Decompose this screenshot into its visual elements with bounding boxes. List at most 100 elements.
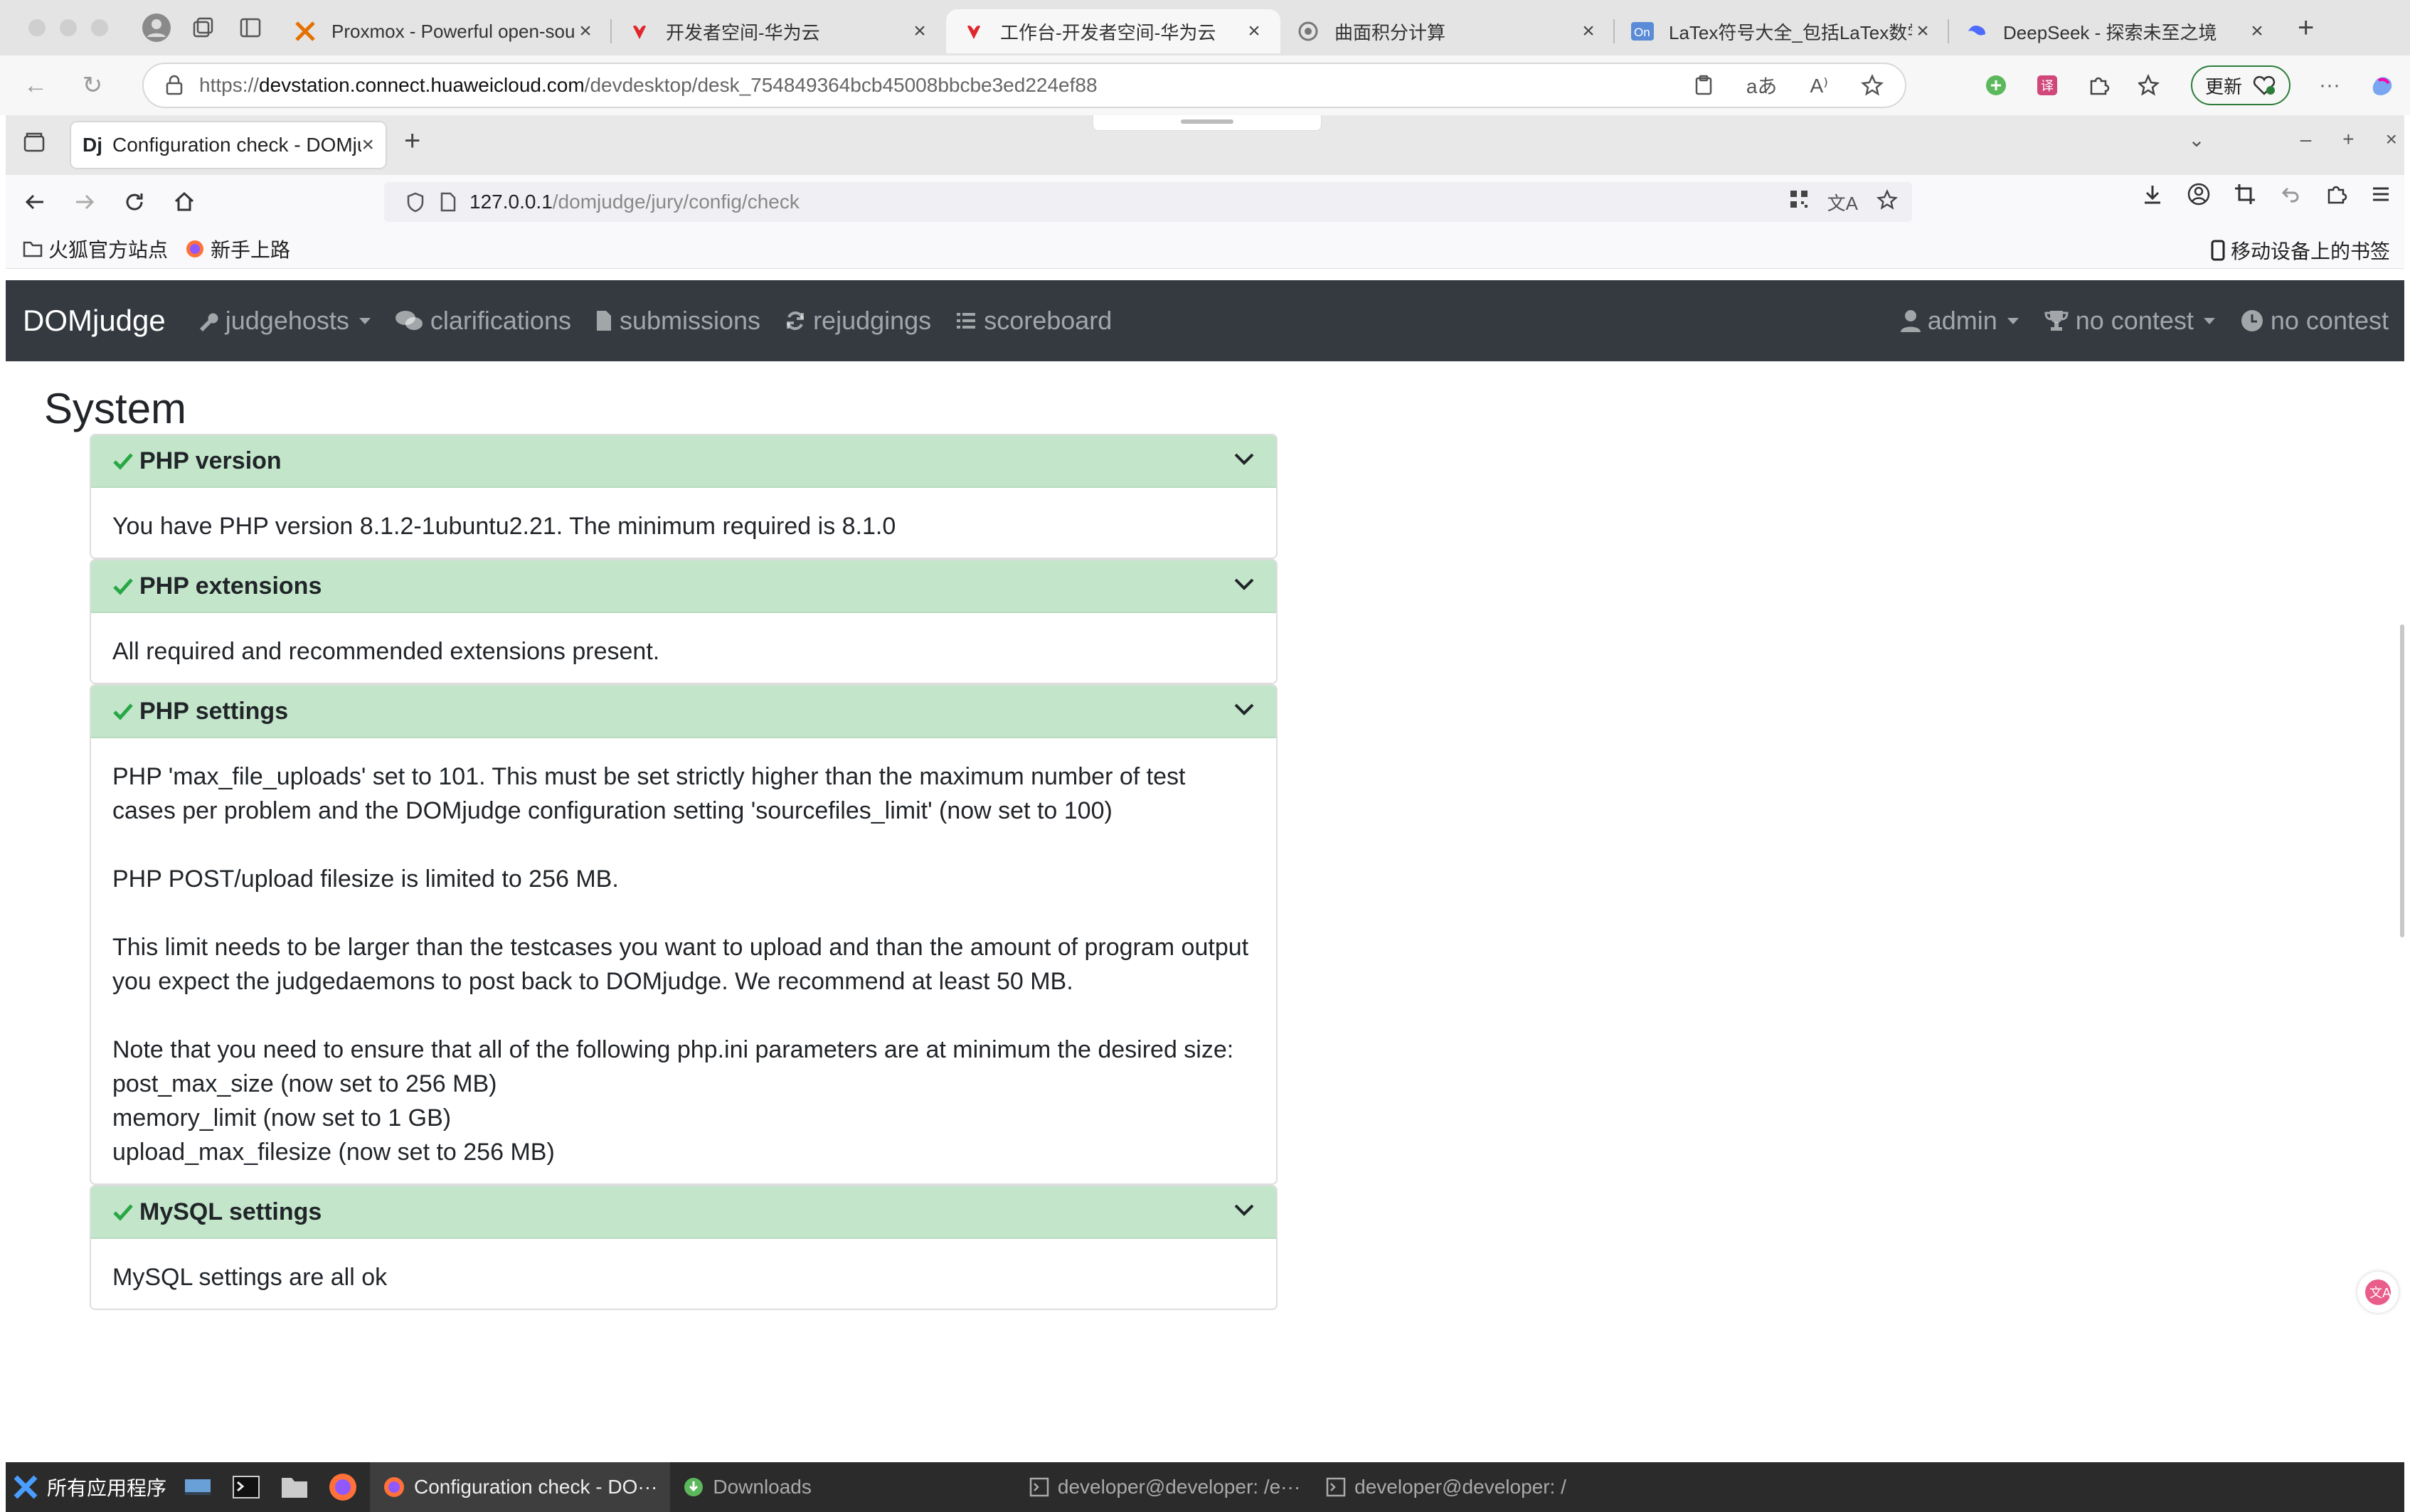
minimize-window-button[interactable]: [60, 19, 77, 36]
user-label: admin: [1927, 306, 1997, 335]
forward-icon[interactable]: [64, 181, 105, 223]
firefox-view-icon[interactable]: [21, 129, 47, 155]
chevron-down-icon[interactable]: [1233, 451, 1255, 467]
start-menu-button[interactable]: 所有应用程序: [11, 1473, 166, 1501]
taskbar-task[interactable]: developer@developer: /e···: [1016, 1462, 1313, 1512]
task-label: Configuration check - DO···: [414, 1476, 658, 1498]
maximize-window-button[interactable]: [91, 19, 108, 36]
remote-toolbar-handle[interactable]: [1093, 115, 1322, 131]
show-desktop-icon[interactable]: [181, 1470, 215, 1504]
back-icon[interactable]: ←: [14, 64, 57, 107]
close-tab-icon[interactable]: ×: [361, 133, 374, 157]
mobile-bookmarks[interactable]: 移动设备上的书签: [2211, 236, 2390, 265]
extensions-icon[interactable]: [2087, 74, 2110, 97]
bookmark-item[interactable]: 火狐官方站点: [23, 235, 168, 263]
chevron-down-icon[interactable]: [1233, 701, 1255, 717]
new-tab-button[interactable]: +: [404, 125, 420, 157]
edge-tab-active[interactable]: 工作台-开发者空间-华为云 ×: [946, 9, 1280, 53]
update-button[interactable]: 更新: [2191, 65, 2291, 105]
close-icon[interactable]: ×: [2386, 128, 2397, 151]
menu-icon[interactable]: [2370, 183, 2392, 205]
qr-code-icon[interactable]: [1789, 189, 1809, 215]
firefox-icon[interactable]: [326, 1470, 360, 1504]
check-card-header[interactable]: PHP extensions: [91, 560, 1276, 613]
chevron-down-icon[interactable]: [1233, 1202, 1255, 1218]
extension-green-icon[interactable]: [1985, 74, 2007, 97]
close-tab-icon[interactable]: ×: [1912, 19, 1933, 43]
chevron-down-icon[interactable]: [1233, 576, 1255, 592]
more-icon[interactable]: ···: [2319, 73, 2340, 97]
undo-icon[interactable]: [2279, 183, 2302, 206]
favorites-icon[interactable]: [2138, 74, 2162, 97]
file-manager-icon[interactable]: [277, 1470, 312, 1504]
taskbar-task[interactable]: Configuration check - DO···: [370, 1462, 671, 1512]
nav-judgehosts[interactable]: judgehosts: [197, 306, 371, 336]
account-icon[interactable]: [2187, 182, 2211, 206]
check-card-header[interactable]: PHP settings: [91, 686, 1276, 738]
user-menu[interactable]: admin: [1900, 306, 2019, 336]
domjudge-brand[interactable]: DOMjudge: [23, 304, 166, 338]
check-card-header[interactable]: MySQL settings: [91, 1186, 1276, 1239]
check-text: PHP POST/upload filesize is limited to 2…: [112, 866, 619, 893]
shield-icon[interactable]: [405, 191, 425, 213]
task-label: developer@developer: /: [1354, 1476, 1566, 1498]
translate-icon[interactable]: aあ: [1746, 71, 1778, 100]
clipboard-icon[interactable]: [1694, 75, 1714, 96]
taskbar-task[interactable]: developer@developer: /: [1313, 1462, 1579, 1512]
translate-float-button[interactable]: 文A: [2357, 1272, 2399, 1313]
nav-submissions[interactable]: submissions: [595, 306, 760, 336]
screenshot-icon[interactable]: [2234, 183, 2256, 206]
favorite-star-icon[interactable]: [1861, 74, 1884, 97]
reload-icon[interactable]: [114, 181, 155, 223]
edge-tab[interactable]: Proxmox - Powerful open-sour ×: [277, 9, 612, 53]
edge-tab[interactable]: 开发者空间-华为云 ×: [612, 9, 946, 53]
collections-icon[interactable]: [184, 8, 223, 48]
nav-clarifications[interactable]: clarifications: [395, 306, 571, 336]
minimize-icon[interactable]: –: [2300, 128, 2312, 151]
firefox-tab-active[interactable]: Dj Configuration check - DOMjudge ×: [71, 122, 386, 168]
close-tab-icon[interactable]: ×: [1243, 19, 1265, 43]
task-label: developer@developer: /e···: [1057, 1476, 1301, 1498]
close-tab-icon[interactable]: ×: [575, 19, 596, 43]
edge-tab-title: LaTex符号大全_包括LaTex数学符: [1669, 21, 1912, 43]
contest-selector[interactable]: no contest: [2044, 306, 2215, 336]
bookmark-item[interactable]: 新手上路: [185, 235, 290, 263]
edge-address-bar[interactable]: https://devstation.connect.huaweicloud.c…: [142, 63, 1906, 108]
mobile-bookmarks-label: 移动设备上的书签: [2230, 240, 2390, 262]
check-card: PHP extensions All required and recommend…: [90, 559, 1278, 684]
read-aloud-icon[interactable]: A⁾: [1810, 74, 1828, 97]
edge-tab[interactable]: 曲面积分计算 ×: [1280, 9, 1615, 53]
close-tab-icon[interactable]: ×: [2246, 19, 2268, 43]
downloads-icon[interactable]: [2141, 183, 2164, 206]
copilot-icon[interactable]: [2369, 72, 2396, 99]
translate-icon[interactable]: 文A: [1827, 189, 1858, 215]
refresh-icon[interactable]: ↻: [71, 64, 114, 107]
page-info-icon[interactable]: [440, 191, 457, 213]
nav-scoreboard[interactable]: scoreboard: [955, 306, 1112, 336]
close-window-button[interactable]: [28, 19, 46, 36]
maximize-icon[interactable]: +: [2342, 128, 2354, 151]
taskbar-task[interactable]: Downloads: [670, 1462, 824, 1512]
nav-label: scoreboard: [984, 306, 1113, 335]
back-icon[interactable]: [14, 181, 55, 223]
profile-icon[interactable]: [137, 8, 176, 48]
bookmark-star-icon[interactable]: [1876, 189, 1898, 215]
close-tab-icon[interactable]: ×: [909, 19, 930, 43]
check-card-header[interactable]: PHP version: [91, 435, 1276, 488]
contest-status: no contest: [2241, 306, 2389, 336]
scrollbar[interactable]: [2400, 624, 2404, 937]
home-icon[interactable]: [164, 181, 205, 223]
url-path: /devdesktop/desk_754849364bcb45008bbcbe3…: [584, 74, 1098, 96]
edge-tab[interactable]: DeepSeek - 探索未至之境 ×: [1949, 9, 2283, 53]
chat-icon: [1296, 19, 1320, 43]
vertical-tabs-icon[interactable]: [230, 8, 270, 48]
nav-rejudgings[interactable]: rejudgings: [785, 306, 931, 336]
extension-pink-icon[interactable]: 译: [2036, 74, 2059, 97]
list-all-tabs-icon[interactable]: ⌄: [2188, 128, 2204, 151]
edge-tab[interactable]: On LaTex符号大全_包括LaTex数学符 ×: [1615, 9, 1949, 53]
terminal-icon[interactable]: [229, 1470, 263, 1504]
close-tab-icon[interactable]: ×: [1578, 19, 1599, 43]
new-tab-button[interactable]: +: [2298, 12, 2314, 44]
firefox-url-bar[interactable]: 127.0.0.1/domjudge/jury/config/check 文A: [384, 182, 1912, 222]
extensions-icon[interactable]: [2325, 183, 2347, 206]
